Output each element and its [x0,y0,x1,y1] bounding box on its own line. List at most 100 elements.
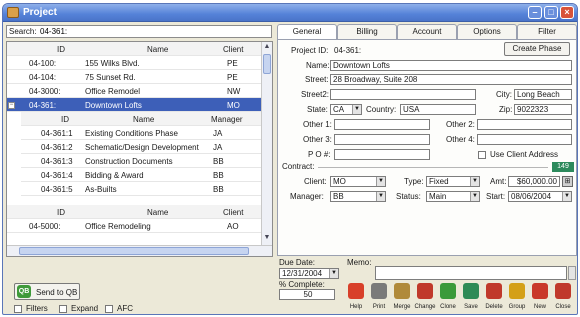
window-title: Project [23,7,57,18]
table-row[interactable]: 04-5000: Office Remodeling AO [7,219,261,233]
merge-icon [394,283,410,299]
col-header-name[interactable]: Name [147,208,168,217]
tab-filter[interactable]: Filter [517,24,577,39]
manager-value: BB [333,192,344,201]
country-field[interactable]: USA [400,104,476,115]
grid-horizontal-scrollbar[interactable] [7,245,272,256]
phase-row[interactable]: 04-361:1 Existing Conditions Phase JA [21,126,261,140]
afc-checkbox[interactable] [105,305,113,313]
row-name: Office Remodeling [85,222,151,231]
state-label: State: [307,105,328,114]
start-date-select[interactable]: 08/06/2004 ▼ [508,191,572,202]
table-row-selected[interactable]: − 04-361: Downtown Lofts MO [7,98,261,112]
print-icon [371,283,387,299]
col-header-manager[interactable]: Manager [211,115,243,124]
row-name: 75 Sunset Rd. [85,73,136,82]
tab-general[interactable]: General [277,24,337,40]
zip-field[interactable]: 9022323 [514,104,572,115]
state-select[interactable]: CA ▼ [330,104,362,115]
complete-field[interactable]: 50 [279,289,335,300]
title-bar[interactable]: Project – □ × [3,4,577,22]
row-name: Existing Conditions Phase [85,129,178,138]
chevron-down-icon[interactable]: ▼ [470,192,479,201]
grid-vertical-scrollbar[interactable]: ▲ ▼ [261,42,272,245]
po-field[interactable] [334,149,430,160]
row-name: As-Builts [85,185,117,194]
send-to-qb-button[interactable]: QB Send to QB [14,283,80,300]
chevron-down-icon[interactable]: ▼ [376,192,385,201]
tab-billing[interactable]: Billing [337,24,397,39]
amt-field[interactable]: $60,000.00 [508,176,560,187]
minimize-button[interactable]: – [528,6,542,19]
search-bar: Search: [6,25,272,38]
contract-label: Contract: [282,162,315,171]
tab-account[interactable]: Account [397,24,457,39]
chevron-down-icon[interactable]: ▼ [352,105,361,114]
row-manager: JA [213,143,223,152]
name-field[interactable]: Downtown Lofts [330,60,572,71]
table-row[interactable]: 04-3000: Office Remodel NW [7,84,261,98]
row-id: 04-361: [29,101,57,110]
table-row[interactable]: 04-100: 155 Wilks Blvd. PE [7,56,261,70]
tab-options[interactable]: Options [457,24,517,39]
status-value: Main [429,192,447,201]
contract-divider [318,167,548,168]
table-row[interactable]: 04-104: 75 Sunset Rd. PE [7,70,261,84]
phase-table-header: ID Name Manager [21,112,261,126]
memo-field[interactable] [375,266,567,280]
due-date-select[interactable]: 12/31/2004 ▼ [279,268,339,279]
row-name: 155 Wilks Blvd. [85,59,140,68]
row-id: 04-361:3 [41,157,73,166]
phase-row[interactable]: 04-361:3 Construction Documents BB [21,154,261,168]
city-field[interactable]: Long Beach [514,89,572,100]
scroll-up-icon[interactable]: ▲ [263,43,271,53]
country-label: Country: [366,105,397,114]
scroll-down-icon[interactable]: ▼ [263,234,271,244]
street-field[interactable]: 28 Broadway, Suite 208 [330,74,572,85]
scroll-thumb[interactable] [263,54,271,74]
type-select[interactable]: Fixed ▼ [426,176,480,187]
chevron-down-icon[interactable]: ▼ [562,192,571,201]
client-value: MO [333,177,346,186]
scroll-thumb[interactable] [19,247,249,255]
other4-field[interactable] [477,134,572,145]
close-window-button[interactable]: × [560,6,574,19]
search-input[interactable] [40,26,240,37]
col-header-id[interactable]: ID [57,45,65,54]
other2-field[interactable] [477,119,572,130]
collapse-toggle[interactable]: − [8,102,15,109]
maximize-button[interactable]: □ [544,6,558,19]
use-client-address-checkbox[interactable] [478,151,486,159]
close-button[interactable]: Close [550,281,576,314]
row-client: MO [227,101,240,110]
filters-checkbox[interactable] [14,305,22,313]
create-phase-button[interactable]: Create Phase [504,42,570,56]
memo-scrollbar[interactable] [568,266,576,280]
col-header-id[interactable]: ID [57,208,65,217]
col-header-id[interactable]: ID [61,115,69,124]
manager-select[interactable]: BB ▼ [330,191,386,202]
row-id: 04-361:2 [41,143,73,152]
calculator-icon[interactable]: ⊞ [562,176,573,187]
phase-row[interactable]: 04-361:5 As-Builts BB [21,182,261,196]
state-value: CA [333,105,345,114]
col-header-name[interactable]: Name [147,45,168,54]
chevron-down-icon[interactable]: ▼ [470,177,479,186]
type-label: Type: [404,177,424,186]
use-client-address-label: Use Client Address [490,150,559,159]
expand-checkbox[interactable] [59,305,67,313]
col-header-client[interactable]: Client [223,45,243,54]
project-id-value: 04-361: [334,46,362,55]
chevron-down-icon[interactable]: ▼ [376,177,385,186]
col-header-client[interactable]: Client [223,208,243,217]
other3-field[interactable] [334,134,430,145]
street2-field[interactable] [330,89,476,100]
client-select[interactable]: MO ▼ [330,176,386,187]
row-client: NW [227,87,241,96]
phase-row[interactable]: 04-361:4 Bidding & Award BB [21,168,261,182]
status-select[interactable]: Main ▼ [426,191,480,202]
other1-field[interactable] [334,119,430,130]
col-header-name[interactable]: Name [133,115,154,124]
phase-row[interactable]: 04-361:2 Schematic/Design Development JA [21,140,261,154]
chevron-down-icon[interactable]: ▼ [329,269,338,278]
